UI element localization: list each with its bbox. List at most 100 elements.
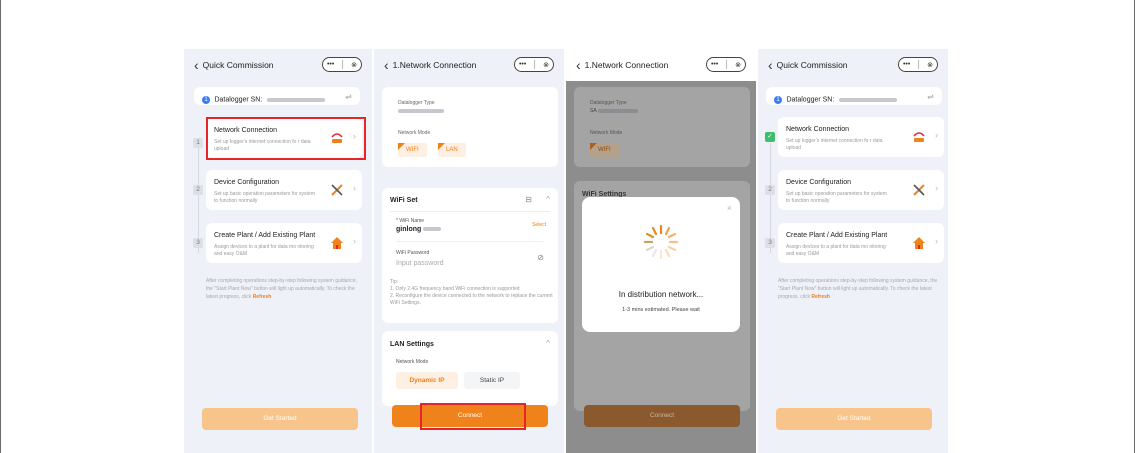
screen-network-connection: ‹ 1.Network Connection ••• ⊗ Datalogger T…: [374, 49, 564, 453]
wifi-set-card: WiFi Set ⊟ ^ * WiFi Name ginlong Select …: [382, 188, 558, 323]
datalogger-info-card: Datalogger Type SA Network Mode WIFI: [574, 87, 750, 167]
chevron-left-icon[interactable]: ‹: [768, 58, 773, 72]
close-circle-icon[interactable]: ⊗: [543, 61, 549, 69]
loading-spinner-icon: [643, 224, 679, 260]
tip-line: 2. Reconfigure the device connected to t…: [390, 293, 553, 306]
step-title: Device Configuration: [214, 179, 279, 186]
step-desc: Assign devices to a plant for data mo ni…: [214, 244, 314, 257]
router-icon: [913, 132, 925, 142]
mode-wifi-chip[interactable]: WIFI: [590, 143, 619, 157]
refresh-link[interactable]: Refresh: [811, 294, 830, 300]
screenshot-frame: ‹ Quick Commission ••• ⊗ 1 Datalogger SN:…: [0, 0, 1135, 453]
more-dots-icon[interactable]: •••: [903, 61, 910, 68]
chevron-left-icon[interactable]: ‹: [194, 58, 199, 72]
page-title: 1.Network Connection: [392, 60, 477, 70]
guidance-note: After completing operations step-by-step…: [206, 277, 364, 301]
step-done-check-icon: ✓: [765, 132, 775, 142]
wifi-set-title: WiFi Set: [390, 197, 418, 204]
wifi-password-input[interactable]: Input password: [396, 260, 443, 267]
eye-off-icon[interactable]: ⊘: [537, 253, 544, 262]
static-ip-option[interactable]: Static IP: [464, 372, 520, 389]
mini-program-capsule[interactable]: ••• ⊗: [322, 57, 362, 72]
modal-subtitle: 1-3 mins estimated. Please wait: [622, 307, 700, 313]
datalogger-label: Datalogger SN:: [214, 96, 263, 104]
mini-program-capsule[interactable]: ••• ⊗: [706, 57, 746, 72]
tools-icon: [331, 184, 343, 196]
loading-dialog: × In distribution network... 1-3 mins es…: [582, 197, 740, 332]
mode-label: LAN: [446, 147, 458, 153]
step-desc: Set up logger's internet connection fo r…: [786, 138, 883, 151]
mini-program-capsule[interactable]: ••• ⊗: [898, 57, 938, 72]
more-dots-icon[interactable]: •••: [519, 61, 526, 68]
mode-label: WIFI: [406, 147, 419, 153]
nav-bar: ‹ 1.Network Connection ••• ⊗: [566, 49, 756, 81]
page-title: 1.Network Connection: [584, 60, 669, 70]
dynamic-ip-option[interactable]: Dynamic IP: [396, 372, 458, 389]
more-dots-icon[interactable]: •••: [327, 61, 334, 68]
step-card-device[interactable]: Device Configuration Set up basic operat…: [778, 170, 944, 210]
chevron-left-icon[interactable]: ‹: [384, 58, 389, 72]
tip-line: Tip:: [390, 279, 399, 285]
scan-icon[interactable]: ⊟: [525, 195, 532, 204]
close-icon[interactable]: ×: [727, 203, 732, 213]
datalogger-card[interactable]: 1 Datalogger SN: ⇌: [766, 87, 942, 105]
chevron-right-icon: ›: [935, 130, 938, 140]
wifi-name-value: ginlong: [396, 226, 422, 233]
chevron-up-icon[interactable]: ^: [546, 339, 550, 348]
page-title: Quick Commission: [202, 60, 274, 70]
guidance-text: After completing operations step-by-step…: [206, 278, 357, 300]
divider: [390, 211, 550, 212]
step-title: Device Configuration: [786, 179, 851, 186]
mode-label: WIFI: [598, 147, 611, 153]
lan-settings-card: LAN Settings ^ Network Mode Dynamic IP S…: [382, 331, 558, 406]
tip-line: 1. Only 2.4G frequency band WiFi connect…: [390, 286, 520, 292]
chevron-left-icon[interactable]: ‹: [576, 58, 581, 72]
connect-button[interactable]: Connect: [584, 405, 740, 427]
network-mode-label: Network Mode: [590, 130, 623, 136]
nav-bar: ‹ Quick Commission ••• ⊗: [758, 49, 948, 81]
lan-settings-title: LAN Settings: [390, 341, 434, 348]
swap-icon[interactable]: ⇌: [927, 92, 934, 101]
datalogger-badge-icon: 1: [202, 95, 210, 104]
guidance-text: After completing operations step-by-step…: [778, 278, 938, 300]
mode-wifi-chip[interactable]: WIFI: [398, 143, 427, 157]
datalogger-sn-value: [266, 97, 325, 102]
wifi-tips: Tip: 1. Only 2.4G frequency band WiFi co…: [390, 279, 555, 307]
lan-mode-label: Network Mode: [396, 359, 429, 365]
house-icon: [331, 237, 343, 249]
step-title: Create Plant / Add Existing Plant: [786, 232, 888, 239]
close-circle-icon[interactable]: ⊗: [735, 61, 741, 69]
mini-program-capsule[interactable]: ••• ⊗: [514, 57, 554, 72]
close-circle-icon[interactable]: ⊗: [351, 61, 357, 69]
step-title: Create Plant / Add Existing Plant: [214, 232, 316, 239]
screen-quick-commission-done: ‹ Quick Commission ••• ⊗ 1 Datalogger SN:…: [758, 49, 948, 453]
datalogger-card[interactable]: 1 Datalogger SN: ⇌: [194, 87, 360, 105]
nav-bar: ‹ Quick Commission ••• ⊗: [184, 49, 372, 81]
get-started-button[interactable]: Get Started: [776, 408, 932, 430]
step-card-plant[interactable]: Create Plant / Add Existing Plant Assign…: [778, 223, 944, 263]
step-card-plant[interactable]: Create Plant / Add Existing Plant Assign…: [206, 223, 362, 263]
step-card-device[interactable]: Device Configuration Set up basic operat…: [206, 170, 362, 210]
step-card-network[interactable]: Network Connection Set up logger's inter…: [778, 117, 944, 157]
datalogger-type-text: SA: [590, 108, 597, 114]
datalogger-label: Datalogger SN:: [786, 96, 835, 104]
refresh-link[interactable]: Refresh: [253, 294, 272, 300]
wifi-name-blur: [423, 227, 442, 232]
chevron-right-icon: ›: [935, 183, 938, 193]
divider: [396, 241, 544, 242]
step-connector: [198, 143, 199, 253]
wifi-name-input[interactable]: ginlong: [396, 226, 442, 233]
datalogger-type-label: Datalogger Type: [398, 100, 435, 106]
chevron-right-icon: ›: [353, 236, 356, 246]
close-circle-icon[interactable]: ⊗: [927, 61, 933, 69]
datalogger-type-value: SA: [590, 108, 638, 114]
select-wifi-link[interactable]: Select: [532, 222, 546, 228]
network-mode-label: Network Mode: [398, 130, 431, 136]
more-dots-icon[interactable]: •••: [711, 61, 718, 68]
swap-icon[interactable]: ⇌: [345, 92, 352, 101]
get-started-button[interactable]: Get Started: [202, 408, 358, 430]
step-number: 2: [193, 185, 203, 195]
chevron-up-icon[interactable]: ^: [546, 195, 550, 204]
mode-lan-chip[interactable]: LAN: [438, 143, 466, 157]
datalogger-type-label: Datalogger Type: [590, 100, 627, 106]
